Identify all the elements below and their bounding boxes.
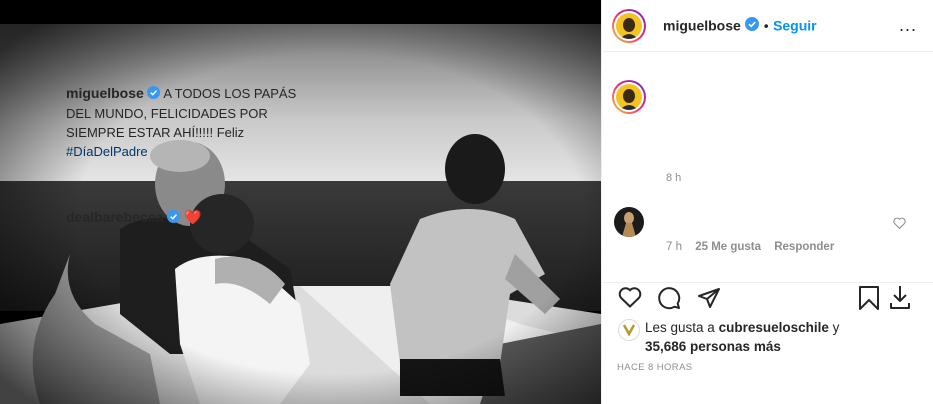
likes-count[interactable]: 35,686 personas más [645,339,781,354]
download-icon[interactable] [888,284,912,315]
reply-button[interactable]: Responder [774,241,834,253]
author-avatar[interactable] [612,9,646,43]
save-icon[interactable] [858,286,880,315]
verified-icon [745,17,760,36]
hashtag-link[interactable]: #DíaDelPadre [66,144,148,159]
likes-summary: Les gusta a cubresueloschile y 35,686 pe… [645,318,839,356]
verified-icon [147,85,161,104]
comment: dealbarebecca ❤️ [66,209,202,226]
header-separator: • [763,17,769,34]
caption-time[interactable]: 8 h [666,172,681,184]
verified-icon [167,210,181,226]
more-options-button[interactable]: ... [899,15,917,36]
post-header: miguelbose • Seguir [663,17,817,36]
liker-username[interactable]: cubresueloschile [719,320,829,335]
comment-time[interactable]: 7 h [666,241,682,253]
liker-avatar[interactable] [618,319,640,341]
comment-icon[interactable] [657,286,681,315]
comment-likes[interactable]: 25 Me gusta [695,241,761,253]
author-username[interactable]: miguelbose [663,18,741,34]
comment-emoji: ❤️ [184,209,202,225]
post-timestamp[interactable]: HACE 8 HORAS [617,362,693,373]
like-icon[interactable] [618,286,642,313]
header-divider [601,51,933,52]
likes-prefix: Les gusta a [645,320,715,335]
post-caption: miguelbose A TODOS LOS PAPÁS DEL MUNDO, … [66,84,316,161]
comment-like-icon[interactable] [893,216,906,234]
caption-avatar[interactable] [612,80,646,114]
comment-meta: 7 h 25 Me gusta Responder [666,241,834,253]
action-bar [601,282,933,313]
share-icon[interactable] [697,286,721,315]
follow-button[interactable]: Seguir [773,18,817,34]
likes-conjunction: y [832,320,840,335]
post-photo[interactable] [0,0,601,404]
caption-username[interactable]: miguelbose [66,85,144,101]
commenter-avatar[interactable] [614,207,644,237]
commenter-username[interactable]: dealbarebecca [66,209,163,225]
